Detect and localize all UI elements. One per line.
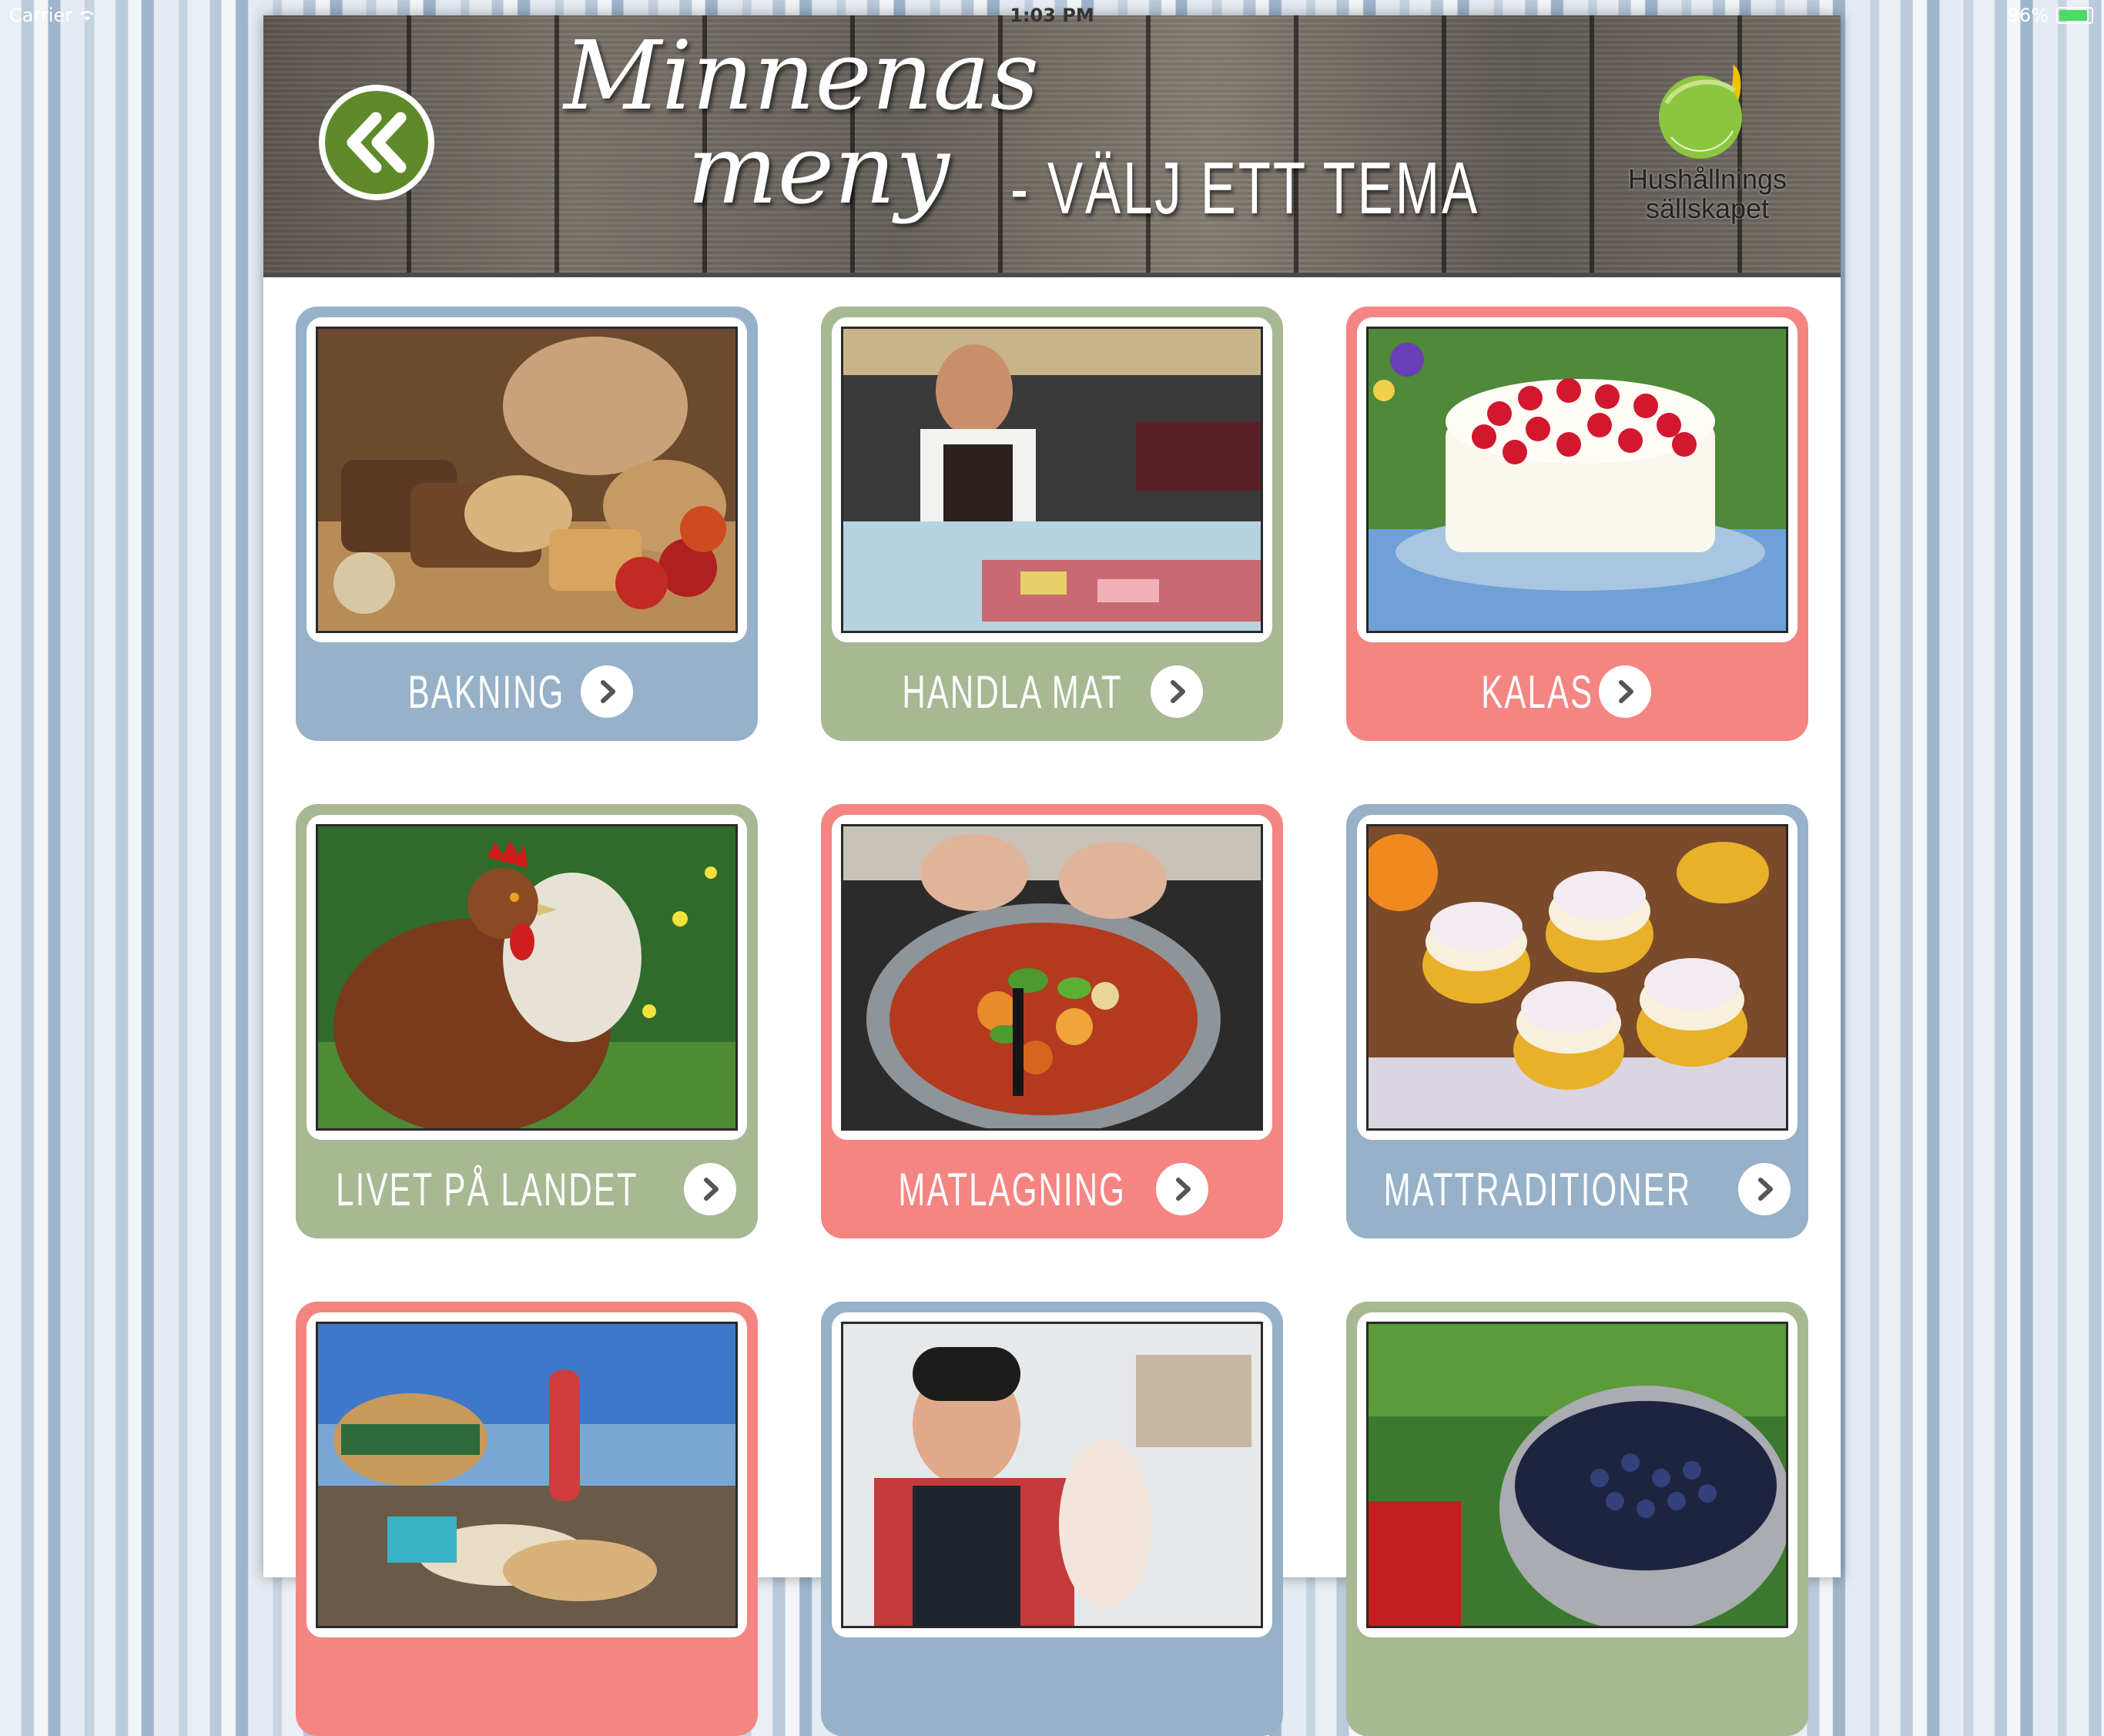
- theme-card[interactable]: [296, 1302, 758, 1736]
- theme-card[interactable]: HANDLA MAT: [821, 307, 1283, 741]
- battery-percent: 96%: [2007, 5, 2049, 26]
- theme-label: KALAS: [1481, 665, 1593, 718]
- theme-card[interactable]: KALAS: [1346, 307, 1808, 741]
- status-time: 1:03 PM: [1010, 5, 1094, 26]
- main-panel: Minnenas meny - VÄLJ ETT TEMA Hushållnin…: [263, 15, 1841, 1736]
- page-title-script: Minnenas meny: [564, 21, 1040, 226]
- battery-fill: [2059, 10, 2087, 21]
- hushallningssallskapet-logo: Hushållnings sällskapet: [1619, 57, 1796, 257]
- theme-card[interactable]: MATLAGNING: [821, 804, 1283, 1238]
- butcher-photo: [841, 327, 1263, 633]
- cooking-pot-photo: [841, 824, 1263, 1131]
- theme-card-footer: HANDLA MAT: [821, 642, 1283, 741]
- header-banner: Minnenas meny - VÄLJ ETT TEMA Hushållnin…: [263, 15, 1841, 277]
- fishmonger-photo: [841, 1322, 1263, 1628]
- theme-label: HANDLA MAT: [901, 665, 1123, 718]
- theme-label: MATLAGNING: [898, 1163, 1126, 1215]
- photo-frame: [307, 1312, 747, 1637]
- logo-mark-icon: [1659, 65, 1742, 159]
- theme-card-footer: KALAS: [1346, 642, 1808, 741]
- semlor-photo: [1366, 824, 1788, 1131]
- logo-line-2: sällskapet: [1645, 193, 1770, 224]
- theme-label: MATTRADITIONER: [1383, 1163, 1691, 1215]
- picnic-photo: [316, 1322, 738, 1628]
- theme-card-footer: LIVET PÅ LANDET: [296, 1140, 758, 1238]
- photo-frame: [832, 317, 1272, 642]
- chevron-right-icon: [580, 665, 633, 718]
- bread-photo: [316, 327, 738, 633]
- theme-card[interactable]: [1346, 1302, 1808, 1736]
- back-button[interactable]: [319, 85, 434, 200]
- battery-icon: [2056, 7, 2093, 24]
- strawberry-cake-photo: [1366, 327, 1788, 633]
- theme-card[interactable]: LIVET PÅ LANDET: [296, 804, 758, 1238]
- theme-card[interactable]: [821, 1302, 1283, 1736]
- chevron-right-icon: [1151, 665, 1204, 718]
- hen-photo: [316, 824, 738, 1131]
- chevron-right-icon: [1738, 1163, 1791, 1215]
- title-line-1: Minnenas: [564, 21, 1040, 132]
- theme-card[interactable]: MATTRADITIONER: [1346, 804, 1808, 1238]
- title-line-2: meny: [687, 115, 950, 226]
- chevron-right-icon: [1156, 1163, 1209, 1215]
- back-button-inner: [325, 91, 428, 194]
- photo-frame: [307, 815, 747, 1140]
- page-title-caps: - VÄLJ ETT TEMA: [1010, 147, 1480, 230]
- photo-frame: [1357, 815, 1797, 1140]
- photo-frame: [1357, 317, 1797, 642]
- chevron-right-icon: [1599, 665, 1652, 718]
- double-chevron-left-icon: [347, 112, 407, 173]
- photo-frame: [832, 1312, 1272, 1637]
- theme-card-footer: BAKNING: [296, 642, 758, 741]
- chevron-right-icon: [684, 1163, 737, 1215]
- status-bar: Carrier 1:03 PM 96%: [0, 0, 2104, 31]
- status-right: 96%: [2008, 5, 2093, 26]
- photo-frame: [832, 815, 1272, 1140]
- theme-label: LIVET PÅ LANDET: [335, 1163, 638, 1215]
- photo-frame: [1357, 1312, 1797, 1637]
- theme-card[interactable]: BAKNING: [296, 307, 758, 741]
- photo-frame: [307, 317, 747, 642]
- logo-text: Hushållnings sällskapet: [1619, 165, 1796, 223]
- theme-card-footer: MATTRADITIONER: [1346, 1140, 1808, 1238]
- blueberries-photo: [1366, 1322, 1788, 1628]
- logo-line-1: Hushållnings: [1627, 163, 1787, 195]
- theme-label: BAKNING: [408, 665, 565, 718]
- theme-card-footer: MATLAGNING: [821, 1140, 1283, 1238]
